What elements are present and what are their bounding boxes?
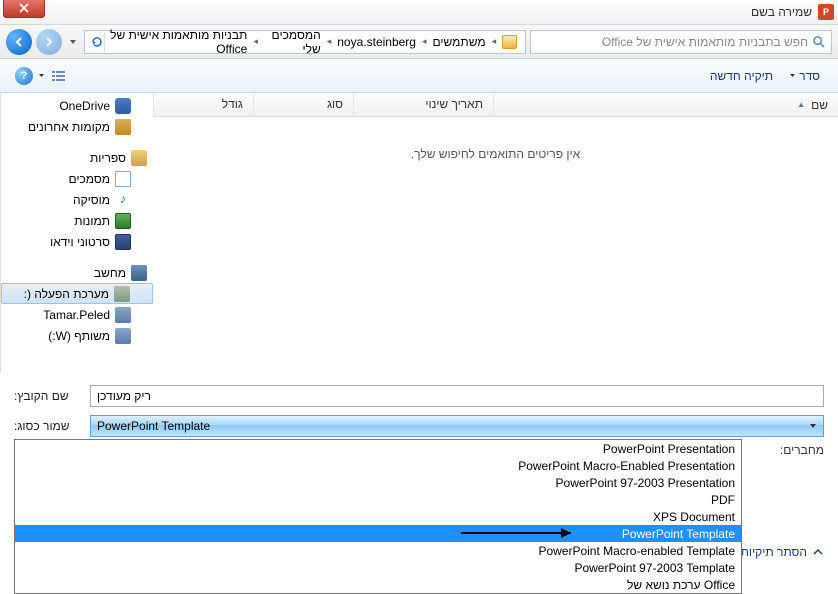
- powerpoint-icon: P: [818, 4, 834, 20]
- nav-forward-button[interactable]: [36, 29, 62, 55]
- sidebar-item[interactable]: משותף (W:): [1, 325, 153, 346]
- close-button[interactable]: [3, 0, 45, 18]
- search-icon: [812, 35, 825, 48]
- breadcrumb-part[interactable]: משתמשים: [429, 35, 490, 49]
- save-form: שם הקובץ: PowerPoint Template שמור כסוג:…: [0, 373, 838, 439]
- window-title: שמירה בשם: [4, 5, 812, 19]
- lib-icon: [131, 150, 147, 166]
- sidebar-item[interactable]: מחשב: [1, 262, 153, 283]
- dropdown-option[interactable]: PowerPoint 97-2003 Template: [15, 559, 741, 576]
- dropdown-option[interactable]: XPS Document: [15, 508, 741, 525]
- column-date[interactable]: תאריך שינוי: [353, 93, 493, 116]
- save-as-type-dropdown[interactable]: PowerPoint Template: [90, 415, 824, 437]
- new-folder-button[interactable]: תיקיה חדשה: [702, 69, 781, 83]
- view-options-button[interactable]: [47, 65, 71, 87]
- folder-icon: [502, 35, 517, 49]
- sidebar-item[interactable]: מסמכים: [1, 168, 153, 189]
- search-input[interactable]: חפש בתבניות מותאמות אישית של Office: [530, 30, 832, 54]
- filename-label: שם הקובץ:: [14, 389, 82, 403]
- sidebar-item[interactable]: ספריות: [1, 147, 153, 168]
- sidebar-item[interactable]: OneDrive: [1, 95, 153, 116]
- sidebar-item[interactable]: סרטוני וידאו: [1, 231, 153, 252]
- search-placeholder: חפש בתבניות מותאמות אישית של Office: [602, 35, 808, 49]
- sidebar-item-label: מוסיקה: [73, 193, 110, 207]
- help-button[interactable]: ?: [12, 65, 36, 87]
- refresh-icon: [90, 35, 104, 49]
- sidebar-item-label: ספריות: [90, 151, 126, 165]
- dropdown-option[interactable]: PowerPoint Macro-Enabled Presentation: [15, 457, 741, 474]
- dropdown-option[interactable]: PowerPoint Macro-enabled Template: [15, 542, 741, 559]
- sidebar-item-label: משותף (W:): [48, 329, 110, 343]
- nav-back-button[interactable]: [6, 29, 32, 55]
- sidebar-item[interactable]: תמונות: [1, 210, 153, 231]
- music-icon: ♪: [115, 192, 131, 208]
- sidebar-item[interactable]: מערכת הפעלה (:: [1, 283, 153, 304]
- empty-message: אין פריטים התואמים לחיפוש שלך.: [153, 117, 838, 191]
- cloud-icon: [115, 98, 131, 114]
- nav-history-dropdown[interactable]: [66, 35, 80, 49]
- column-name[interactable]: שם▲: [493, 93, 838, 116]
- chevron-up-icon: [812, 546, 824, 558]
- sidebar-item-label: מסמכים: [68, 172, 110, 186]
- file-type-dropdown-list[interactable]: PowerPoint PresentationPowerPoint Macro-…: [14, 439, 742, 594]
- drive-icon: [114, 286, 130, 302]
- dropdown-option[interactable]: PDF: [15, 491, 741, 508]
- sidebar-item-label: מחשב: [94, 266, 126, 280]
- pic-icon: [115, 213, 131, 229]
- sidebar-item[interactable]: Tamar.Peled: [1, 304, 153, 325]
- hide-folders-button[interactable]: הסתר תיקיות: [741, 545, 824, 559]
- title-bar: P שמירה בשם: [0, 0, 838, 25]
- save-as-type-label: שמור כסוג:: [14, 419, 82, 433]
- net-icon: [115, 307, 131, 323]
- breadcrumb-part[interactable]: תבניות מותאמות אישית של Office: [105, 28, 251, 56]
- dropdown-option[interactable]: PowerPoint Template: [15, 525, 741, 542]
- sidebar-item-label: OneDrive: [59, 99, 110, 113]
- breadcrumb[interactable]: ◂ משתמשים ◂ noya.steinberg ◂ המסמכים שלי…: [84, 30, 526, 54]
- authors-row: מחברים:: [780, 443, 824, 457]
- sidebar-item[interactable]: ♪ מוסיקה: [1, 189, 153, 210]
- organize-menu[interactable]: סדר: [781, 69, 828, 83]
- sidebar-item-label: תמונות: [74, 214, 110, 228]
- vid-icon: [115, 234, 131, 250]
- recent-icon: [115, 119, 131, 135]
- chevron-down-icon[interactable]: [38, 72, 45, 79]
- filename-input[interactable]: [90, 385, 824, 407]
- column-type[interactable]: סוג: [253, 93, 353, 116]
- sidebar-item-label: מקומות אחרונים: [28, 120, 110, 134]
- save-as-type-value: PowerPoint Template: [97, 419, 210, 433]
- column-headers: שם▲ תאריך שינוי סוג גודל: [153, 93, 838, 117]
- sidebar-item-label: מערכת הפעלה (:: [24, 287, 109, 301]
- navigation-bar: ◂ משתמשים ◂ noya.steinberg ◂ המסמכים שלי…: [0, 25, 838, 59]
- close-icon: [19, 3, 29, 13]
- breadcrumb-part[interactable]: המסמכים שלי: [260, 28, 325, 56]
- dropdown-option[interactable]: PowerPoint Presentation: [15, 440, 741, 457]
- net-icon: [115, 328, 131, 344]
- toolbar: סדר תיקיה חדשה ?: [0, 59, 838, 93]
- authors-label: מחברים:: [780, 443, 824, 457]
- chevron-down-icon: [809, 422, 817, 430]
- breadcrumb-part[interactable]: noya.steinberg: [333, 35, 420, 49]
- dropdown-option[interactable]: ערכת נושא של Office: [15, 576, 741, 593]
- view-icon: [51, 69, 67, 83]
- refresh-button[interactable]: [89, 32, 105, 52]
- sidebar-item-label: Tamar.Peled: [43, 308, 110, 322]
- comp-icon: [131, 265, 147, 281]
- sidebar-item[interactable]: מקומות אחרונים: [1, 116, 153, 137]
- file-list-pane: שם▲ תאריך שינוי סוג גודל אין פריטים התוא…: [153, 93, 838, 373]
- main-area: שם▲ תאריך שינוי סוג גודל אין פריטים התוא…: [0, 93, 838, 373]
- sidebar-item-label: סרטוני וידאו: [50, 235, 110, 249]
- pointer-arrow-icon: [451, 525, 581, 542]
- sidebar-tree[interactable]: OneDrive מקומות אחרונים ספריות מסמכים ♪ מוסיק…: [0, 93, 153, 373]
- doc-icon: [115, 171, 131, 187]
- column-size[interactable]: גודל: [153, 93, 253, 116]
- chevron-down-icon: [789, 72, 796, 79]
- help-icon: ?: [15, 67, 33, 85]
- dropdown-option[interactable]: PowerPoint 97-2003 Presentation: [15, 474, 741, 491]
